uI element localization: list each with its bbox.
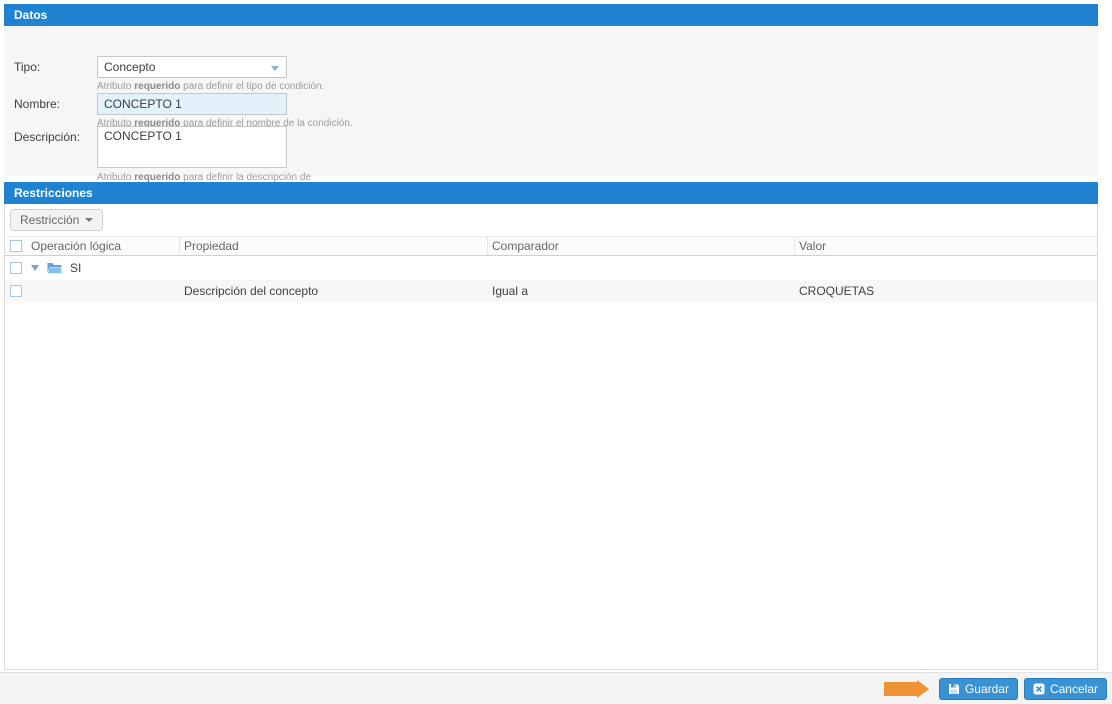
tipo-select[interactable]: Concepto xyxy=(97,56,287,78)
row-checkbox-cell xyxy=(5,285,27,297)
datos-panel-header: Datos xyxy=(4,4,1098,26)
tipo-help-text: Atributo requerido para definir el tipo … xyxy=(97,81,325,92)
row-checkbox[interactable] xyxy=(10,285,22,297)
restriccion-menu-label: Restricción xyxy=(20,213,80,227)
datos-panel-title: Datos xyxy=(14,8,48,22)
select-all-cell xyxy=(5,237,27,255)
restriccion-menu-button[interactable]: Restricción xyxy=(10,209,104,231)
row-checkbox[interactable] xyxy=(10,262,22,274)
group-row-label: SI xyxy=(70,261,82,275)
restricciones-panel-body: Restricción Operación lógica Propiedad C… xyxy=(4,204,1098,670)
restricciones-panel-title: Restricciones xyxy=(14,186,93,200)
cell-comparador: Igual a xyxy=(492,284,529,298)
datos-panel-body: Tipo: Concepto Atributo requerido para d… xyxy=(4,26,1098,195)
column-header-comparador[interactable]: Comparador xyxy=(488,237,795,255)
tipo-label: Tipo: xyxy=(14,60,41,74)
cancel-icon xyxy=(1033,683,1045,694)
group-row-checkbox-cell xyxy=(5,262,27,274)
group-row-si[interactable]: SI xyxy=(5,256,1097,280)
tipo-select-value: Concepto xyxy=(104,60,156,74)
save-icon xyxy=(948,683,959,694)
restricciones-toolbar: Restricción xyxy=(5,204,1097,236)
annotation-arrow-icon xyxy=(883,679,929,698)
restricciones-panel-header: Restricciones xyxy=(4,182,1098,204)
descripcion-label: Descripción: xyxy=(14,130,81,144)
group-row-content: SI xyxy=(27,261,1097,275)
descripcion-textarea[interactable]: CONCEPTO 1 xyxy=(97,126,287,168)
column-header-valor[interactable]: Valor xyxy=(795,237,1097,255)
condition-editor-page: Datos Tipo: Concepto Atributo requerido … xyxy=(0,0,1112,704)
cancelar-button[interactable]: Cancelar xyxy=(1023,677,1107,700)
footer-toolbar: Guardar Cancelar xyxy=(0,672,1112,704)
menu-arrow-icon xyxy=(85,218,94,222)
chevron-down-icon[interactable] xyxy=(271,66,279,71)
restrictions-table-header: Operación lógica Propiedad Comparador Va… xyxy=(5,236,1097,256)
nombre-input[interactable] xyxy=(97,93,287,115)
column-header-propiedad[interactable]: Propiedad xyxy=(180,237,488,255)
column-header-operacion-logica[interactable]: Operación lógica xyxy=(27,237,180,255)
cancelar-button-label: Cancelar xyxy=(1049,681,1098,696)
guardar-button-label: Guardar xyxy=(964,681,1009,696)
guardar-button[interactable]: Guardar xyxy=(938,677,1018,700)
cell-propiedad: Descripción del concepto xyxy=(184,284,319,298)
select-all-checkbox[interactable] xyxy=(10,240,22,252)
folder-icon xyxy=(47,263,62,274)
nombre-label: Nombre: xyxy=(14,97,61,111)
cell-valor: CROQUETAS xyxy=(799,284,875,298)
table-row[interactable]: Descripción del concepto Igual a CROQUET… xyxy=(5,280,1097,302)
tree-expander-icon[interactable] xyxy=(31,265,39,271)
